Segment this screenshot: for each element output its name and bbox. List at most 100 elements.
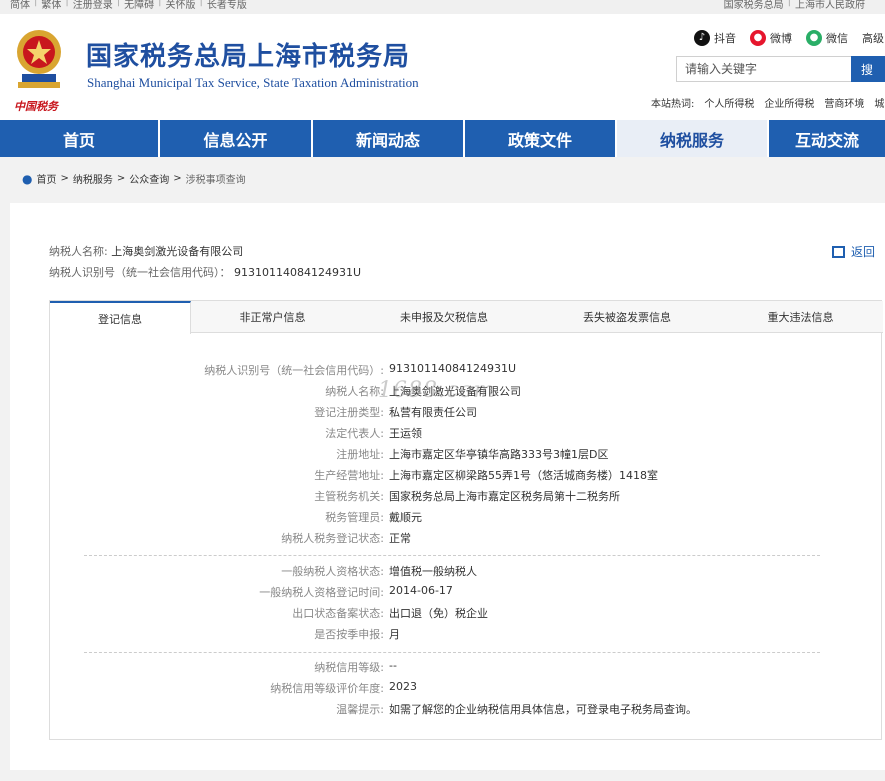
tab-lost-invoices[interactable]: 丢失被盗发票信息 [534, 301, 720, 333]
link-shanghai-gov[interactable]: 上海市人民政府 [795, 0, 865, 11]
detail-label: 纳税人识别号（统一社会信用代码）: [204, 364, 384, 377]
tab-bar: 登记信息 非正常户信息 未申报及欠税信息 丢失被盗发票信息 重大违法信息 [50, 301, 883, 334]
section-divider [84, 555, 820, 556]
wechat-icon: ● [806, 30, 822, 46]
search-input[interactable] [677, 57, 851, 81]
link-traditional[interactable]: 繁体 [41, 0, 61, 11]
nav-home[interactable]: 首页 [0, 120, 160, 157]
detail-label: 注册地址: [336, 448, 384, 461]
detail-value: 2014-06-17 [389, 584, 453, 597]
detail-label: 纳税人名称: [325, 385, 384, 398]
back-icon [832, 245, 845, 258]
separator: | [787, 0, 791, 7]
hot-words-label: 本站热词: [651, 99, 695, 110]
breadcrumb-separator: > [116, 173, 126, 184]
detail-label: 一般纳税人资格状态: [281, 565, 384, 578]
breadcrumb-public-query[interactable]: 公众查询 [129, 171, 169, 186]
site-title-cn[interactable]: 国家税务总局上海市税务局 [86, 36, 410, 73]
link-register-login[interactable]: 注册登录 [73, 0, 113, 11]
detail-label: 一般纳税人资格登记时间: [259, 586, 384, 599]
detail-label: 主管税务机关: [314, 490, 384, 503]
topbar-left-links: 简体 | 繁体 | 注册登录 | 无障碍 | 关怀版 | 长者专版 [10, 0, 247, 11]
social-label: 抖音 [714, 32, 736, 45]
nav-news[interactable]: 新闻动态 [313, 120, 465, 157]
separator: | [158, 0, 162, 7]
tax-emblem-icon [17, 30, 61, 88]
taxpayer-id-label: 纳税人识别号（统一社会信用代码）： [49, 266, 231, 279]
detail-value: 私营有限责任公司 [389, 406, 477, 419]
detail-label: 生产经营地址: [314, 469, 384, 482]
detail-value: 王运领 [389, 427, 422, 440]
detail-label: 纳税人税务登记状态: [281, 532, 384, 545]
detail-label: 纳税信用等级: [314, 661, 384, 674]
back-label: 返回 [851, 245, 876, 259]
detail-value: 出口退（免）税企业 [389, 607, 488, 620]
separator: | [65, 0, 69, 7]
tab-registration-info[interactable]: 登记信息 [50, 301, 191, 334]
separator: | [116, 0, 121, 7]
social-label: 微信 [826, 32, 848, 45]
brand-calligraphy: 中国税务 [14, 100, 58, 113]
detail-label: 法定代表人: [325, 427, 384, 440]
detail-value: 91310114084124931U [389, 362, 517, 375]
nav-info-disclosure[interactable]: 信息公开 [160, 120, 313, 157]
nav-interaction[interactable]: 互动交流 [769, 120, 885, 157]
search-button[interactable]: 搜 [851, 56, 885, 82]
detail-value: -- [389, 659, 397, 672]
detail-value: 月 [389, 628, 400, 641]
tab-abnormal-household[interactable]: 非正常户信息 [191, 301, 354, 333]
social-label: 高级 [862, 32, 884, 45]
detail-label: 出口状态备案状态: [292, 607, 384, 620]
link-care-mode[interactable]: 关怀版 [166, 0, 196, 11]
watermark-text: 1688.com [378, 378, 496, 403]
breadcrumb-tax-service[interactable]: 纳税服务 [73, 171, 113, 186]
link-simplified[interactable]: 简体 [10, 0, 30, 11]
detail-label: 纳税信用等级评价年度: [270, 682, 384, 695]
taxpayer-id-line: 纳税人识别号（统一社会信用代码）： 91310114084124931U [49, 264, 361, 280]
detail-value: 增值税一般纳税人 [389, 565, 477, 578]
top-utility-bar: 简体 | 繁体 | 注册登录 | 无障碍 | 关怀版 | 长者专版 国家税务总局 | 上海市… [0, 0, 885, 14]
location-pin-icon: ● [22, 171, 33, 186]
hot-word-link[interactable]: 企业所得税 [764, 95, 814, 110]
weibo-icon: ● [750, 30, 766, 46]
hot-word-link[interactable]: 营商环境 [824, 95, 864, 110]
advanced-search-link[interactable]: 高级 [862, 30, 884, 46]
site-header: 中国税务 国家税务总局上海市税务局 Shanghai Municipal Tax… [0, 14, 885, 120]
main-nav: 首页 信息公开 新闻动态 政策文件 纳税服务 互动交流 [0, 120, 885, 157]
social-links: ♪ 抖音 ● 微博 ● 微信 高级 [694, 30, 884, 46]
breadcrumb-home[interactable]: 首页 [36, 171, 56, 186]
social-weibo[interactable]: ● 微博 [750, 30, 792, 46]
taxpayer-name-value: 上海奥剑激光设备有限公司 [111, 245, 244, 258]
hot-words: 本站热词: 个人所得税 企业所得税 营商环境 城 [651, 95, 884, 110]
back-button[interactable]: 返回 [832, 243, 875, 260]
section-divider [84, 652, 820, 653]
tab-undeclared-arrears[interactable]: 未申报及欠税信息 [354, 301, 534, 333]
breadcrumb-separator: > [60, 173, 69, 184]
detail-value: 上海市嘉定区柳梁路55弄1号（悠活城商务楼）1418室 [389, 469, 658, 482]
search-button-label: 搜 [861, 62, 874, 77]
social-wechat[interactable]: ● 微信 [806, 30, 848, 46]
detail-label: 是否按季申报: [314, 628, 384, 641]
taxpayer-name-label: 纳税人名称: [49, 245, 108, 258]
detail-value: 国家税务总局上海市嘉定区税务局第十二税务所 [389, 490, 620, 503]
detail-value: 戴顺元 [389, 511, 422, 524]
link-sta[interactable]: 国家税务总局 [724, 0, 784, 11]
nav-policy[interactable]: 政策文件 [465, 120, 617, 157]
topbar-right-links: 国家税务总局 | 上海市人民政府 [724, 0, 865, 11]
breadcrumb-current: 涉税事项查询 [185, 175, 246, 186]
link-elderly-mode[interactable]: 长者专版 [207, 0, 247, 11]
hot-word-link[interactable]: 个人所得税 [704, 95, 754, 110]
link-accessibility[interactable]: 无障碍 [124, 0, 154, 11]
breadcrumb-separator: > [173, 173, 182, 184]
tab-major-violations[interactable]: 重大违法信息 [720, 301, 881, 333]
social-douyin[interactable]: ♪ 抖音 [694, 30, 736, 46]
hot-word-link[interactable]: 城 [874, 95, 884, 110]
detail-value: 上海市嘉定区华亭镇华高路333号3幢1层D区 [389, 448, 609, 461]
taxpayer-id-value: 91310114084124931U [234, 266, 362, 279]
separator: | [34, 0, 38, 7]
nav-tax-service[interactable]: 纳税服务 [617, 120, 769, 157]
detail-label: 税务管理员: [325, 511, 384, 524]
site-title-en: Shanghai Municipal Tax Service, State Ta… [87, 75, 419, 90]
detail-label: 登记注册类型: [314, 406, 384, 419]
search-box [676, 56, 852, 82]
